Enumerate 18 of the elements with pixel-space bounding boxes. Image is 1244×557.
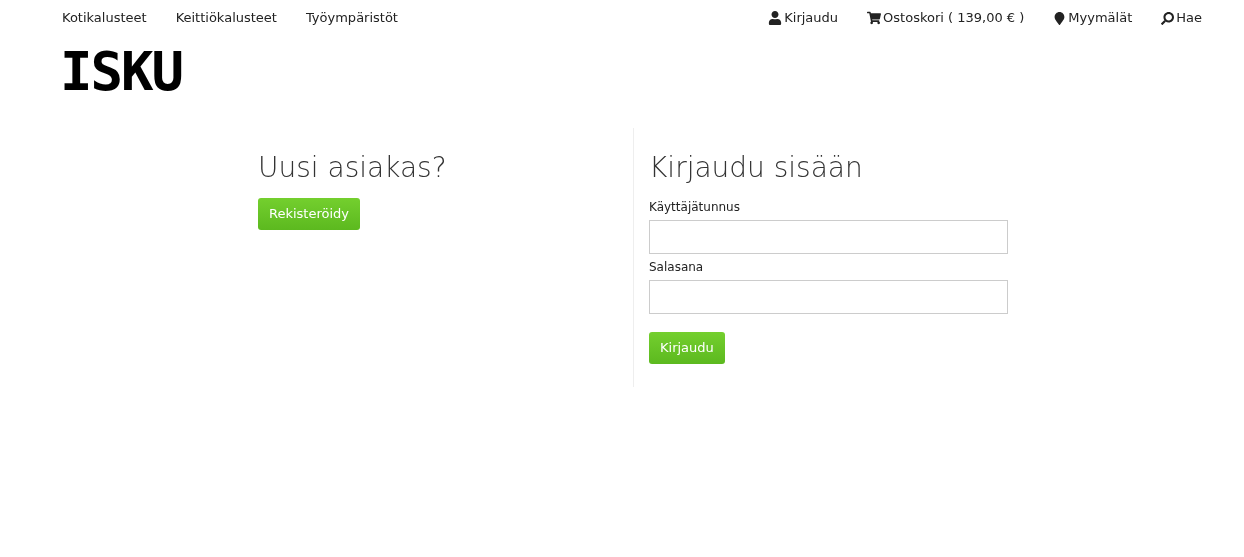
nav-link[interactable]: Kirjaudu — [768, 8, 839, 28]
search-icon — [1161, 11, 1175, 25]
map-pin-icon — [1053, 11, 1067, 25]
input-field[interactable] — [649, 220, 1008, 254]
input-field[interactable] — [649, 280, 1008, 314]
category-link[interactable]: Keittiökalusteet — [175, 8, 277, 28]
category-link[interactable]: Kotikalusteet — [62, 8, 147, 28]
nav-link[interactable]: Hae — [1161, 8, 1202, 28]
section-heading: Kirjaudu sisään — [649, 150, 864, 186]
field-label: Salasana — [649, 259, 705, 276]
nav-link[interactable]: Ostoskori ( 139,00 € ) — [867, 8, 1025, 28]
field-label: Käyttäjätunnus — [649, 199, 741, 216]
cart-icon — [867, 11, 882, 25]
category-link[interactable]: Työympäristöt — [305, 8, 398, 28]
logo[interactable]: ISKU — [60, 45, 183, 99]
section-heading: Uusi asiakas? — [258, 150, 448, 186]
user-icon — [768, 11, 783, 25]
nav-link[interactable]: Myymälät — [1053, 8, 1133, 28]
